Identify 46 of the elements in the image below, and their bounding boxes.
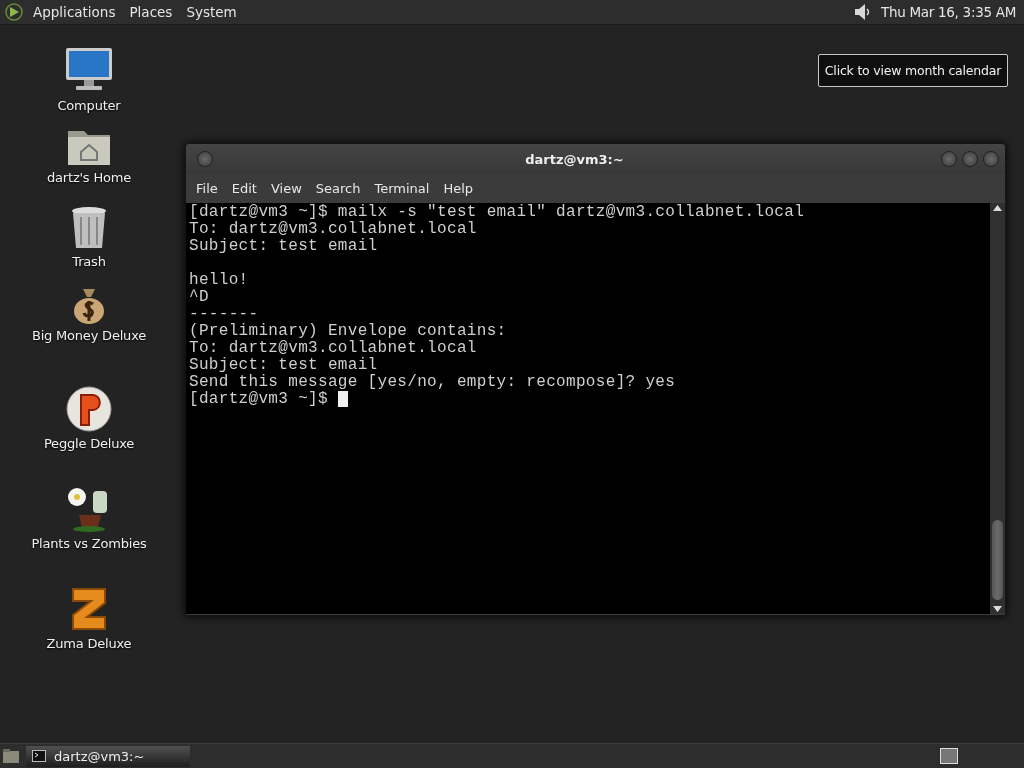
menu-item[interactable]: Help	[437, 181, 480, 196]
terminal-line: -------	[189, 305, 259, 323]
menu-item[interactable]: Edit	[225, 181, 263, 196]
desktop-icon-label[interactable]: Trash	[72, 254, 106, 269]
terminal-line: To: dartz@vm3.collabnet.local	[189, 220, 477, 238]
zuma-icon	[69, 585, 109, 633]
menu-item[interactable]: View	[264, 181, 308, 196]
desktop-icon-label[interactable]: Zuma Deluxe	[46, 636, 132, 651]
maximize-button[interactable]	[962, 151, 978, 167]
desktop-icon-label[interactable]: dartz's Home	[47, 170, 131, 185]
terminal-line: hello!	[189, 271, 249, 289]
trash-icon	[69, 205, 109, 251]
desktop-icon-label[interactable]: Big Money Deluxe	[31, 328, 147, 343]
close-button[interactable]	[983, 151, 999, 167]
desktop-icon-label[interactable]: Plants vs Zombies	[31, 536, 147, 551]
scroll-thumb[interactable]	[992, 520, 1003, 600]
menu-item[interactable]: Terminal	[368, 181, 436, 196]
panel-menu[interactable]: Applications	[28, 4, 121, 20]
scrollbar[interactable]	[990, 203, 1005, 614]
window-title: dartz@vm3:~	[524, 151, 625, 167]
menu-item[interactable]: Search	[309, 181, 367, 196]
terminal-line: Send this message [yes/no, empty: recompose]? yes	[189, 373, 676, 391]
minimize-button[interactable]	[941, 151, 957, 167]
desktop-icon-label[interactable]: Computer	[57, 98, 121, 113]
terminal-line: [dartz@vm3 ~]$	[189, 390, 329, 408]
menu-item[interactable]: File	[190, 181, 224, 196]
desktop-icon-label[interactable]: Peggle Deluxe	[43, 436, 135, 451]
panel-menu[interactable]: Places	[124, 4, 178, 20]
workspace-switcher[interactable]	[940, 748, 958, 764]
panel-menu[interactable]: System	[181, 4, 242, 20]
clock[interactable]: Thu Mar 16, 3:35 AM	[881, 4, 1020, 20]
scroll-up-icon[interactable]	[993, 205, 1002, 211]
terminal-icon	[32, 750, 46, 762]
show-desktop-icon[interactable]	[2, 748, 20, 764]
window-menu-button[interactable]	[197, 151, 213, 167]
tooltip: Click to view month calendar	[818, 54, 1008, 87]
taskbar-button[interactable]: dartz@vm3:~	[26, 745, 190, 767]
peggle-icon	[65, 385, 113, 433]
terminal-line: ^D	[189, 288, 209, 306]
terminal-line: (Preliminary) Envelope contains:	[189, 322, 507, 340]
terminal-line: [dartz@vm3 ~]$ mailx -s "test email" dartz@vm3.collabnet.local	[189, 203, 805, 221]
terminal-line: Subject: test email	[189, 237, 378, 255]
terminal-line: Subject: test email	[189, 356, 378, 374]
terminal-line: To: dartz@vm3.collabnet.local	[189, 339, 477, 357]
logo-icon[interactable]	[4, 2, 24, 22]
scroll-down-icon[interactable]	[993, 606, 1002, 612]
